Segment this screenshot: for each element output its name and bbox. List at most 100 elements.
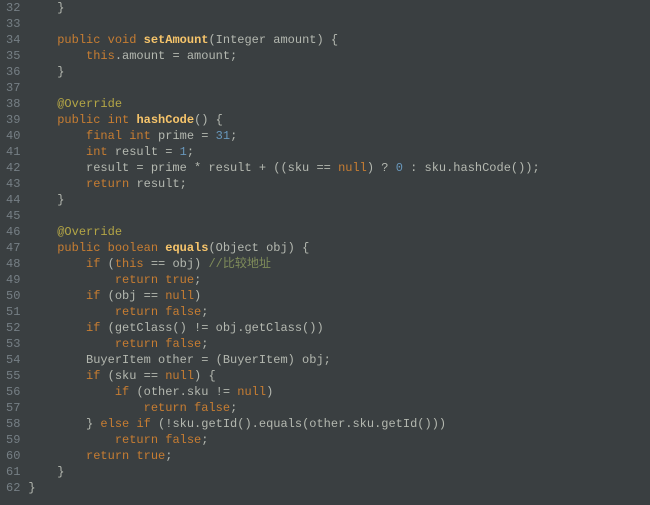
code-line[interactable]: return false; xyxy=(28,432,650,448)
code-line[interactable]: if (other.sku != null) xyxy=(28,384,650,400)
token-kw: void xyxy=(108,33,144,47)
code-line[interactable]: public int hashCode() { xyxy=(28,112,650,128)
code-line[interactable]: } xyxy=(28,0,650,16)
line-number: 36 xyxy=(6,64,20,80)
code-line[interactable]: return true; xyxy=(28,272,650,288)
code-line[interactable]: public boolean equals(Object obj) { xyxy=(28,240,650,256)
code-line[interactable]: result = prime * result + ((sku == null)… xyxy=(28,160,650,176)
token-punct: ; xyxy=(201,337,208,351)
token-kw: final xyxy=(86,129,129,143)
code-line[interactable]: final int prime = 31; xyxy=(28,128,650,144)
token-punct: ( xyxy=(108,257,115,271)
token-kw: if xyxy=(86,321,108,335)
code-line[interactable]: if (obj == null) xyxy=(28,288,650,304)
token-punct: ; xyxy=(187,145,194,159)
token-kw: if xyxy=(86,369,108,383)
line-number: 57 xyxy=(6,400,20,416)
line-number: 47 xyxy=(6,240,20,256)
line-number: 53 xyxy=(6,336,20,352)
token-punct: (getClass() != obj.getClass()) xyxy=(108,321,324,335)
line-number: 40 xyxy=(6,128,20,144)
code-line[interactable]: } xyxy=(28,64,650,80)
token-kw: true xyxy=(165,273,194,287)
line-number: 43 xyxy=(6,176,20,192)
line-number: 46 xyxy=(6,224,20,240)
token-kw: false xyxy=(165,337,201,351)
code-line[interactable]: if (this == obj) //比较地址 xyxy=(28,256,650,272)
token-kw: int xyxy=(108,113,137,127)
token-punct: ; xyxy=(230,129,237,143)
line-number: 49 xyxy=(6,272,20,288)
code-line[interactable]: return false; xyxy=(28,400,650,416)
token-kw: false xyxy=(194,401,230,415)
line-number: 51 xyxy=(6,304,20,320)
line-number: 42 xyxy=(6,160,20,176)
token-kw: public xyxy=(57,33,107,47)
token-kw: boolean xyxy=(108,241,166,255)
code-line[interactable]: public void setAmount(Integer amount) { xyxy=(28,32,650,48)
line-number: 50 xyxy=(6,288,20,304)
token-kw: if xyxy=(115,385,137,399)
code-line[interactable]: BuyerItem other = (BuyerItem) obj; xyxy=(28,352,650,368)
token-fn: setAmount xyxy=(144,33,209,47)
line-number: 32 xyxy=(6,0,20,16)
token-kw: this xyxy=(86,49,115,63)
code-line[interactable]: return result; xyxy=(28,176,650,192)
token-kw: public xyxy=(57,241,107,255)
code-line[interactable]: } xyxy=(28,480,650,496)
token-kw: return xyxy=(86,177,136,191)
token-punct: : sku.hashCode()); xyxy=(403,161,540,175)
line-number: 45 xyxy=(6,208,20,224)
code-area[interactable]: } public void setAmount(Integer amount) … xyxy=(28,0,650,505)
token-kw: this xyxy=(115,257,151,271)
token-punct: ) xyxy=(194,289,201,303)
token-id: result = xyxy=(115,145,180,159)
line-number: 59 xyxy=(6,432,20,448)
line-number-gutter: 3233343536373839404142434445464748495051… xyxy=(0,0,28,505)
token-punct: } xyxy=(28,481,35,495)
code-editor[interactable]: 3233343536373839404142434445464748495051… xyxy=(0,0,650,505)
code-line[interactable]: return true; xyxy=(28,448,650,464)
token-ann: @Override xyxy=(57,225,122,239)
code-line[interactable]: int result = 1; xyxy=(28,144,650,160)
token-kw: return xyxy=(115,433,165,447)
line-number: 44 xyxy=(6,192,20,208)
token-kw: if xyxy=(136,417,158,431)
token-num: 1 xyxy=(180,145,187,159)
code-line[interactable]: this.amount = amount; xyxy=(28,48,650,64)
line-number: 58 xyxy=(6,416,20,432)
code-line[interactable]: if (sku == null) { xyxy=(28,368,650,384)
line-number: 56 xyxy=(6,384,20,400)
code-line[interactable] xyxy=(28,208,650,224)
token-punct: (sku == xyxy=(108,369,166,383)
token-punct: ; xyxy=(201,305,208,319)
line-number: 48 xyxy=(6,256,20,272)
code-line[interactable]: } else if (!sku.getId().equals(other.sku… xyxy=(28,416,650,432)
line-number: 62 xyxy=(6,480,20,496)
token-punct: } xyxy=(57,465,64,479)
token-num: 31 xyxy=(216,129,230,143)
line-number: 37 xyxy=(6,80,20,96)
code-line[interactable]: if (getClass() != obj.getClass()) xyxy=(28,320,650,336)
token-punct: () { xyxy=(194,113,223,127)
token-punct: (Object obj) { xyxy=(208,241,309,255)
code-line[interactable]: @Override xyxy=(28,96,650,112)
token-punct: (!sku.getId().equals(other.sku.getId())) xyxy=(158,417,446,431)
token-punct: (obj == xyxy=(108,289,166,303)
token-punct: } xyxy=(57,193,64,207)
token-punct: (Integer amount) { xyxy=(208,33,338,47)
line-number: 39 xyxy=(6,112,20,128)
token-fn: hashCode xyxy=(136,113,194,127)
code-line[interactable]: } xyxy=(28,192,650,208)
code-line[interactable]: return false; xyxy=(28,304,650,320)
token-punct: ; xyxy=(201,433,208,447)
code-line[interactable] xyxy=(28,80,650,96)
token-fn: equals xyxy=(165,241,208,255)
code-line[interactable] xyxy=(28,16,650,32)
token-punct: ) { xyxy=(194,369,216,383)
token-num: 0 xyxy=(396,161,403,175)
line-number: 61 xyxy=(6,464,20,480)
code-line[interactable]: return false; xyxy=(28,336,650,352)
code-line[interactable]: } xyxy=(28,464,650,480)
code-line[interactable]: @Override xyxy=(28,224,650,240)
